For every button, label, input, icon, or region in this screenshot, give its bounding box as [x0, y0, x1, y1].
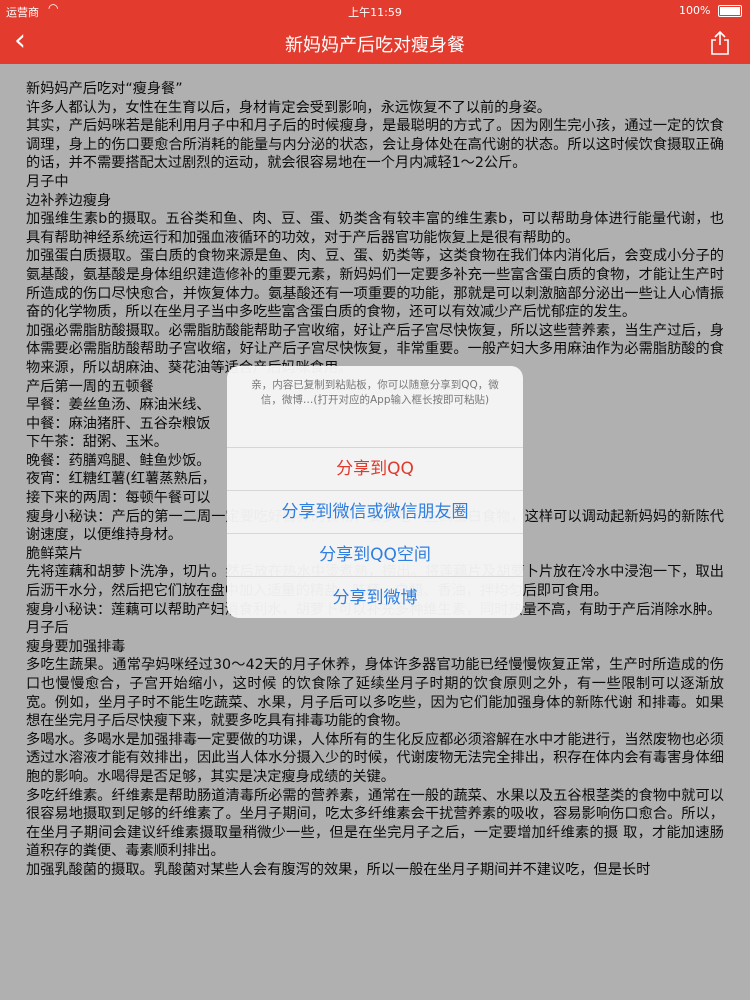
share-button[interactable]: [710, 30, 730, 56]
share-icon: [711, 30, 729, 55]
battery-indicator: 100%: [679, 4, 742, 17]
nav-bar: ‹ 新妈妈产后吃对瘦身餐: [0, 22, 750, 64]
status-bar: 运营商 ◠ 上午11:59 100%: [0, 0, 750, 22]
share-to-qzone-button[interactable]: 分享到QQ空间: [227, 534, 523, 577]
page-title: 新妈妈产后吃对瘦身餐: [285, 35, 465, 56]
battery-percent: 100%: [679, 4, 711, 17]
share-to-wechat-button[interactable]: 分享到微信或微信朋友圈: [227, 491, 523, 534]
clock: 上午11:59: [348, 6, 402, 19]
share-dialog-message: 亲，内容已复制到粘贴板，你可以随意分享到QQ，微信，微博…(打开对应的App输入…: [227, 366, 523, 448]
share-to-qq-button[interactable]: 分享到QQ: [227, 448, 523, 491]
share-to-weibo-button[interactable]: 分享到微博: [227, 577, 523, 618]
battery-icon: [718, 5, 742, 17]
share-dialog: 亲，内容已复制到粘贴板，你可以随意分享到QQ，微信，微博…(打开对应的App输入…: [227, 366, 523, 618]
